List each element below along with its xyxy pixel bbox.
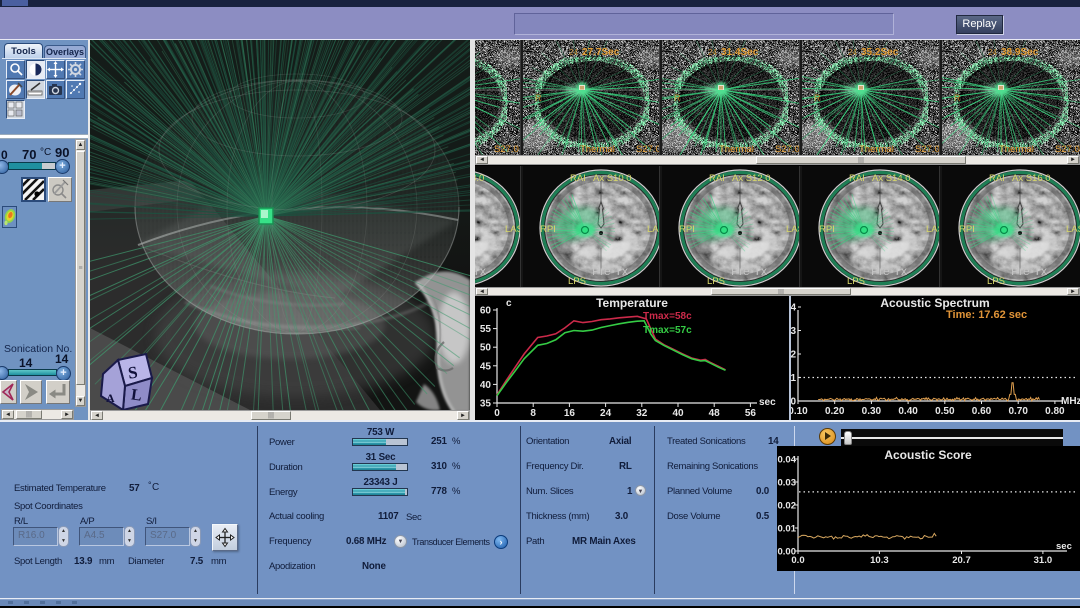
svg-text:LAS: LAS: [505, 224, 520, 235]
svg-text:LPS: LPS: [987, 276, 1005, 287]
svg-text:0.30: 0.30: [862, 406, 882, 417]
svg-text:32: 32: [636, 408, 648, 419]
svg-text:0.70: 0.70: [1008, 406, 1028, 417]
svg-text:Ax S8.0: Ax S8.0: [475, 173, 484, 184]
svg-text:0: 0: [494, 408, 500, 419]
svg-text:RPI: RPI: [819, 224, 835, 235]
svg-text:0.10: 0.10: [791, 406, 808, 417]
svg-text:LPS: LPS: [568, 276, 586, 287]
svg-text:LPS: LPS: [707, 276, 725, 287]
svg-text:Temperature: Temperature: [596, 296, 668, 310]
svg-text:0.40: 0.40: [898, 406, 918, 417]
svg-text:Tmax=58c: Tmax=58c: [643, 311, 692, 322]
svg-text:31.4Sec: 31.4Sec: [721, 47, 759, 58]
svg-text:1: 1: [791, 373, 796, 384]
svg-text:35.2Sec: 35.2Sec: [861, 47, 899, 58]
svg-text:8: 8: [530, 408, 536, 419]
svg-text:4: 4: [791, 303, 796, 314]
svg-text:W: W: [559, 47, 568, 57]
svg-text:Pre-Tx: Pre-Tx: [592, 264, 628, 278]
svg-text:Pre-Tx: Pre-Tx: [1011, 264, 1047, 278]
svg-text:S27.0: S27.0: [915, 144, 939, 155]
svg-text:Acoustic Spectrum: Acoustic Spectrum: [880, 296, 989, 310]
svg-text:Tmax=57c: Tmax=57c: [643, 325, 692, 336]
svg-text:RPI: RPI: [959, 224, 975, 235]
svg-text:50: 50: [480, 343, 492, 354]
svg-text:Ax S10.0: Ax S10.0: [593, 173, 632, 184]
svg-text:c: c: [506, 298, 512, 309]
svg-text:48: 48: [709, 408, 721, 419]
svg-text:31.0: 31.0: [1034, 555, 1053, 566]
svg-text:24: 24: [600, 408, 612, 419]
svg-text:MHz: MHz: [1061, 396, 1080, 407]
svg-text:Time: 17.62 sec: Time: 17.62 sec: [946, 309, 1027, 321]
svg-text:Pre-Tx: Pre-Tx: [731, 264, 767, 278]
svg-text:40: 40: [672, 408, 684, 419]
svg-text:Acoustic Score: Acoustic Score: [884, 448, 972, 462]
svg-text:0.60: 0.60: [972, 406, 992, 417]
svg-text:R: R: [535, 93, 542, 103]
svg-text:W: W: [978, 47, 987, 57]
svg-text:RAI: RAI: [849, 173, 865, 184]
svg-text:10.3: 10.3: [870, 555, 889, 566]
svg-text:45: 45: [480, 361, 492, 372]
svg-text:0.20: 0.20: [825, 406, 845, 417]
svg-text:0.04: 0.04: [778, 455, 797, 466]
svg-text:Thermal: Thermal: [859, 144, 894, 155]
svg-text:RPI: RPI: [540, 224, 556, 235]
svg-text:Pre-Tx: Pre-Tx: [871, 264, 907, 278]
svg-text:56: 56: [745, 408, 757, 419]
svg-text:R: R: [814, 93, 821, 103]
svg-text:R: R: [954, 93, 961, 103]
svg-text:20.7: 20.7: [952, 555, 971, 566]
svg-text:RAI: RAI: [709, 173, 725, 184]
svg-text:55: 55: [480, 324, 492, 335]
svg-text:27.7Sec: 27.7Sec: [582, 47, 620, 58]
svg-text:60: 60: [480, 306, 492, 317]
svg-text:RPI: RPI: [679, 224, 695, 235]
svg-text:S27.0: S27.0: [494, 144, 519, 155]
svg-text:S27.0: S27.0: [1055, 144, 1080, 155]
svg-text:0.0: 0.0: [791, 555, 804, 566]
svg-text:sec: sec: [759, 397, 776, 408]
svg-text:2: 2: [791, 350, 796, 361]
svg-text:16: 16: [564, 408, 576, 419]
svg-text:A: A: [106, 391, 115, 405]
svg-text:0.50: 0.50: [935, 406, 955, 417]
svg-text:0.03: 0.03: [778, 478, 797, 489]
svg-text:40: 40: [480, 380, 492, 391]
svg-text:Ax S16.0: Ax S16.0: [1012, 173, 1051, 184]
svg-text:24: 24: [708, 48, 717, 57]
svg-text:W: W: [698, 47, 707, 57]
svg-text:Thermal: Thermal: [719, 144, 754, 155]
svg-text:RAI: RAI: [570, 173, 586, 184]
svg-text:LAS: LAS: [786, 224, 799, 235]
svg-text:LAS: LAS: [1066, 224, 1080, 235]
svg-text:W: W: [838, 47, 847, 57]
svg-text:38.9Sec: 38.9Sec: [1001, 47, 1039, 58]
svg-text:35: 35: [480, 399, 492, 410]
svg-text:LPS: LPS: [847, 276, 865, 287]
svg-text:Ax S14.0: Ax S14.0: [872, 173, 911, 184]
svg-text:0.80: 0.80: [1045, 406, 1065, 417]
svg-text:S27.0: S27.0: [775, 144, 799, 155]
svg-text:Thermal: Thermal: [580, 144, 615, 155]
svg-text:LAS: LAS: [926, 224, 939, 235]
svg-text:0.02: 0.02: [778, 501, 797, 512]
svg-text:Thermal: Thermal: [999, 144, 1034, 155]
svg-text:S27.0: S27.0: [636, 144, 660, 155]
svg-text:3: 3: [791, 326, 796, 337]
svg-text:RAI: RAI: [989, 173, 1005, 184]
svg-text:24: 24: [848, 48, 857, 57]
svg-text:24: 24: [569, 48, 578, 57]
svg-text:Pre-Tx: Pre-Tx: [475, 264, 486, 278]
svg-text:R: R: [674, 93, 681, 103]
svg-text:24: 24: [988, 48, 997, 57]
svg-text:Ax S12.0: Ax S12.0: [732, 173, 771, 184]
svg-text:sec: sec: [1056, 541, 1072, 552]
svg-text:0.01: 0.01: [778, 524, 797, 535]
